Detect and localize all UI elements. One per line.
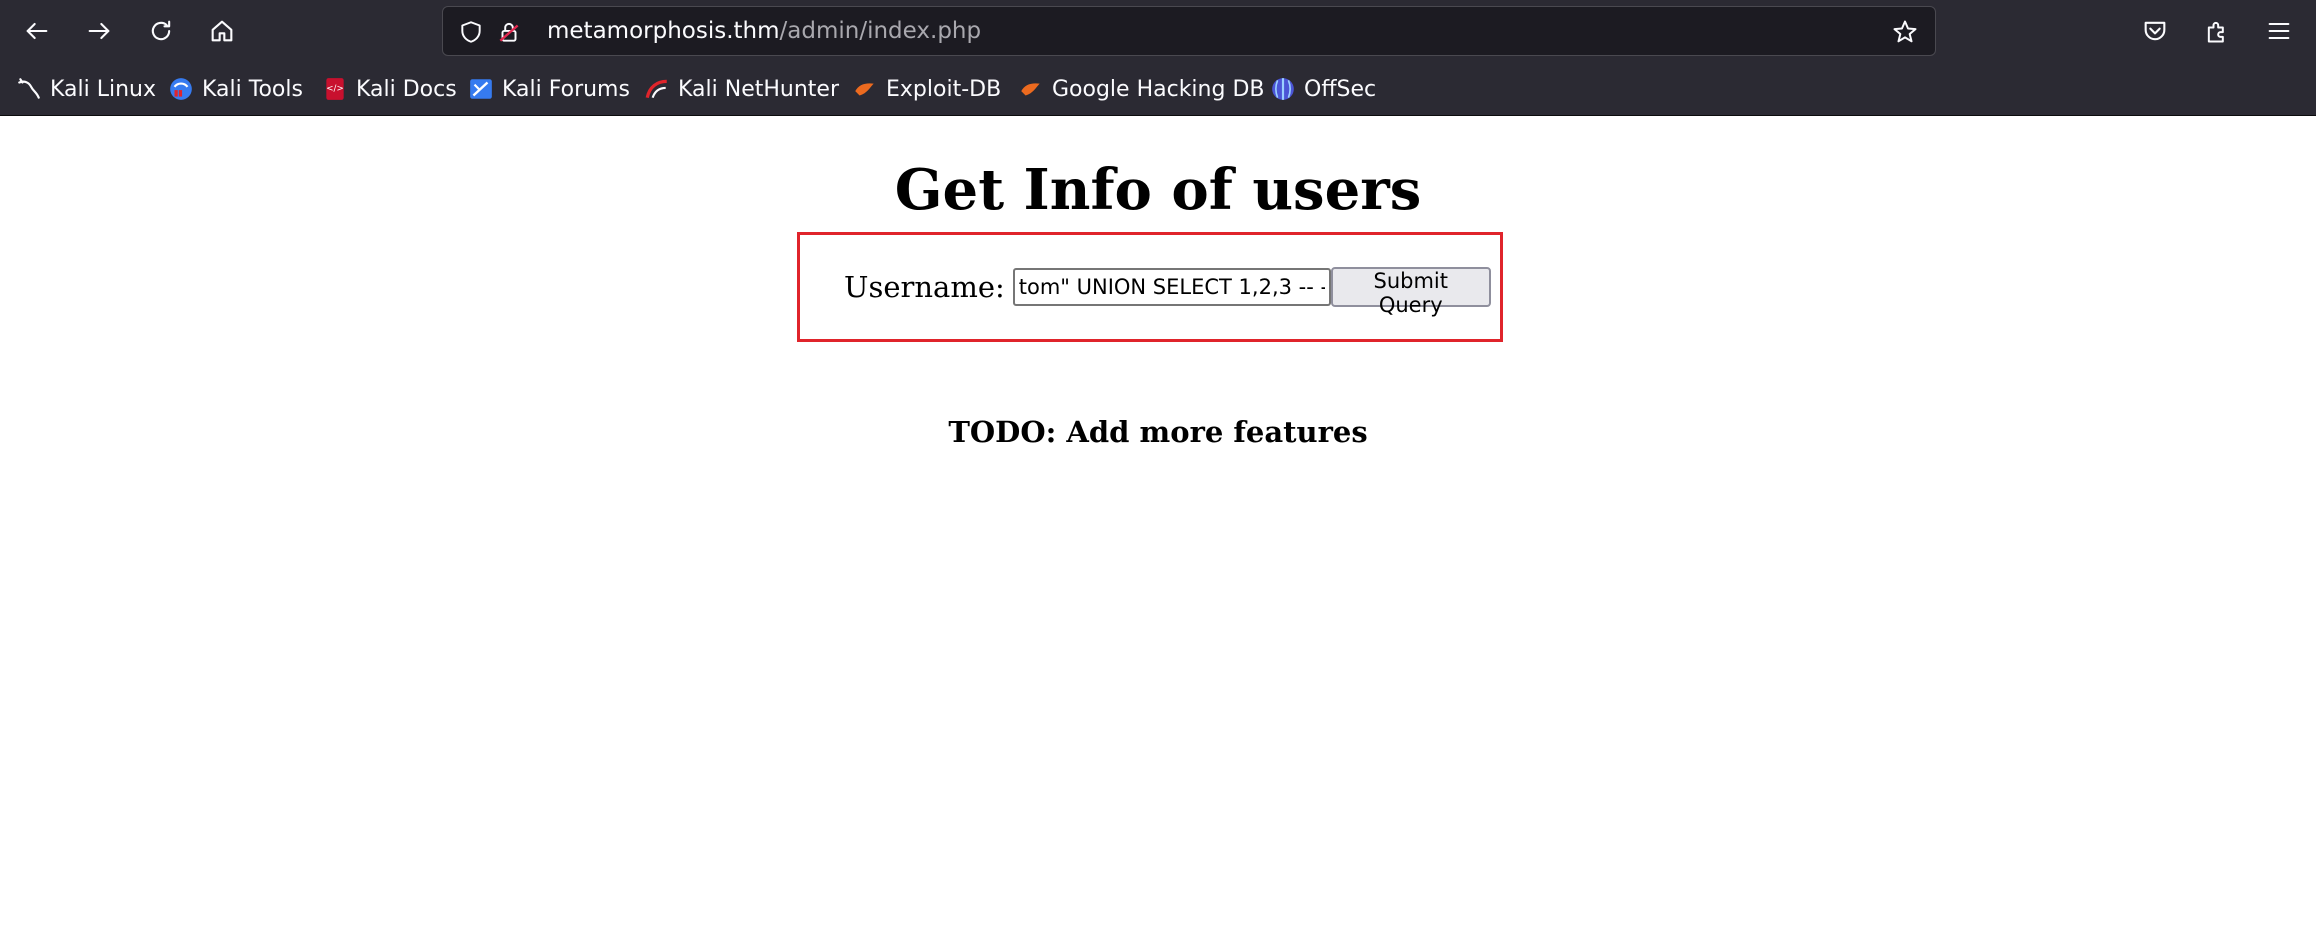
bookmark-label: Kali Tools [202, 76, 303, 102]
browser-toolbar: metamorphosis.thm/admin/index.php [0, 0, 2316, 62]
page-title: Get Info of users [894, 157, 1422, 223]
arrow-left-icon [26, 22, 48, 40]
kali-dragon-icon [16, 76, 42, 102]
url-host: metamorphosis.thm [547, 18, 780, 44]
page-content: Get Info of users Username: Submit Query… [0, 116, 2316, 937]
back-button[interactable] [18, 12, 56, 50]
insecure-lock-icon[interactable] [495, 18, 523, 46]
bookmark-label: Exploit-DB [886, 76, 1002, 102]
hamburger-menu-icon [2268, 22, 2290, 40]
forward-button[interactable] [80, 12, 118, 50]
kali-tools-icon [168, 76, 194, 102]
bookmark-kali-docs[interactable]: </> Kali Docs [322, 62, 457, 116]
bookmark-exploit-db[interactable]: Exploit-DB [852, 62, 1001, 116]
home-button[interactable] [203, 12, 241, 50]
bookmarks-bar: Kali Linux Kali Tools </> Kali Docs Kali… [0, 62, 2316, 116]
kali-nethunter-icon [644, 76, 670, 102]
kali-forums-icon [468, 76, 494, 102]
bookmark-kali-nethunter[interactable]: Kali NetHunter [644, 62, 839, 116]
todo-text: TODO: Add more features [948, 415, 1368, 449]
pocket-button[interactable] [2136, 12, 2174, 50]
bookmark-google-hacking-db[interactable]: Google Hacking DB [1018, 62, 1264, 116]
exploit-db-icon [852, 76, 878, 102]
bookmark-offsec[interactable]: OffSec [1270, 62, 1376, 116]
arrow-right-icon [88, 22, 110, 40]
tracking-protection-shield-icon[interactable] [457, 18, 485, 46]
submit-query-button[interactable]: Submit Query [1330, 267, 1491, 317]
user-lookup-form: Username: Submit Query [844, 266, 1491, 317]
username-label: Username: [844, 270, 1005, 304]
bookmark-label: Kali Linux [50, 76, 157, 102]
url-bar[interactable]: metamorphosis.thm/admin/index.php [442, 6, 1936, 56]
offsec-icon [1270, 76, 1296, 102]
puzzle-icon [2207, 21, 2224, 43]
bookmark-kali-linux[interactable]: Kali Linux [16, 62, 156, 116]
bookmark-kali-tools[interactable]: Kali Tools [168, 62, 303, 116]
bookmark-label: Kali Docs [356, 76, 457, 102]
pocket-icon [2144, 21, 2166, 41]
extensions-button[interactable] [2198, 12, 2236, 50]
kali-docs-icon: </> [322, 76, 348, 102]
bookmark-label: OffSec [1304, 76, 1377, 102]
url-path: /admin/index.php [779, 18, 982, 44]
bookmark-star-icon[interactable] [1891, 18, 1919, 46]
bookmark-label: Kali NetHunter [678, 76, 839, 102]
reload-button[interactable] [142, 12, 180, 50]
username-input[interactable] [1012, 268, 1331, 306]
svg-text:</>: </> [326, 84, 343, 94]
bookmark-label: Kali Forums [502, 76, 630, 102]
google-hacking-db-icon [1018, 76, 1044, 102]
reload-icon [151, 20, 171, 41]
home-icon [211, 20, 233, 42]
url-text[interactable]: metamorphosis.thm/admin/index.php [547, 7, 981, 55]
bookmark-kali-forums[interactable]: Kali Forums [468, 62, 630, 116]
bookmark-label: Google Hacking DB [1052, 76, 1265, 102]
menu-button[interactable] [2260, 12, 2298, 50]
